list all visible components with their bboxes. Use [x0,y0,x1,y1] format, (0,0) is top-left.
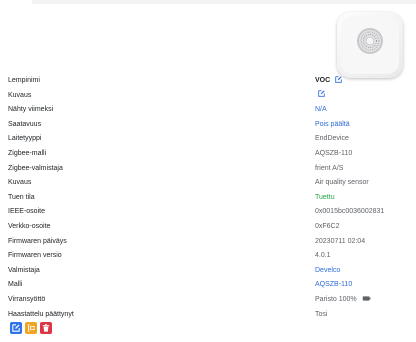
row-label: IEEE-osoite [8,208,45,216]
row-label: Tuen tila [8,193,35,201]
row-value [315,89,325,104]
info-row-nickname: Lempinimi VOC [0,74,416,89]
row-value: Tosi [315,310,328,318]
device-image [337,12,403,78]
info-row-support-status: Tuen tila Tuettu [0,191,416,206]
row-label: Saatavuus [8,120,42,128]
row-value: AQSZB-110 [315,149,353,157]
row-value: 0x0015bc0036002831 [315,208,385,216]
info-row-interview-completed: Haastattelu päättynyt Tosi [0,308,416,323]
info-row-firmware-version: Firmwaren versio 4.0.1 [0,249,416,264]
row-value: Air quality sensor [315,179,369,187]
row-value: N/A [315,106,327,114]
info-row-ieee-address: IEEE-osoite 0x0015bc0036002831 [0,205,416,220]
row-label: Valmistaja [8,266,40,274]
row-value: 20230711 02:04 [315,237,366,245]
top-scroll-bar [32,0,416,4]
row-value: 4.0.1 [315,252,331,260]
info-row-device-type: Laitetyyppi EndDevice [0,132,416,147]
row-label: Verkko-osoite [8,222,51,230]
nickname-value: VOC [315,77,331,84]
air-quality-sensor-image [357,28,383,54]
info-row-network-address: Verkko-osoite 0xF6C2 [0,220,416,235]
edit-icon[interactable] [318,90,325,97]
rename-device-button[interactable] [24,322,37,334]
row-value: VOC [315,74,342,89]
vendor-link[interactable]: Develco [315,264,340,279]
info-row-availability: Saatavuus Pois päältä [0,118,416,133]
row-value: 0xF6C2 [315,222,340,230]
info-row-firmware-date: Firmwaren päiväys 20230711 02:04 [0,235,416,250]
row-label: Firmwaren versio [8,252,62,260]
info-row-description: Kuvaus [0,89,416,104]
row-value: Paristo 100% [315,293,371,308]
row-label: Malli [8,281,23,289]
info-row-model: Malli AQSZB-110 [0,278,416,293]
row-label: Virransyöttö [8,295,46,303]
info-row-zigbee-manufacturer: Zigbee-valmistaja frient A/S [0,162,416,177]
delete-device-button[interactable] [39,322,52,334]
battery-icon [362,295,371,301]
row-label: Nähty viimeksi [8,106,54,114]
row-label: Kuvaus [8,91,32,99]
info-row-power-source: Virransyöttö Paristo 100% [0,293,416,308]
edit-device-button[interactable] [10,322,22,334]
device-action-buttons [10,322,53,334]
power-source-value: Paristo 100% [315,295,357,303]
edit-icon[interactable] [335,75,342,83]
info-row-last-seen: Nähty viimeksi N/A [0,103,416,118]
model-link[interactable]: AQSZB-110 [315,278,352,293]
row-label: Haastattelu päättynyt [8,310,74,318]
availability-link[interactable]: Pois päältä [315,118,350,133]
row-label: Lempinimi [8,77,40,84]
row-value: EndDevice [315,135,349,143]
info-row-zigbee-model: Zigbee-malli AQSZB-110 [0,147,416,162]
info-row-model-description: Kuvaus Air quality sensor [0,176,416,191]
row-label: Firmwaren päiväys [8,237,67,245]
device-info-table: Lempinimi VOC Kuvaus Nähty viimeksi N/A … [0,74,416,322]
row-label: Zigbee-valmistaja [8,164,63,172]
row-label: Zigbee-malli [8,149,47,157]
row-value: frient A/S [315,164,344,172]
rename-icon [27,324,35,332]
row-label: Laitetyyppi [8,135,42,143]
pencil-icon [12,324,20,332]
support-status-value: Tuettu [315,193,335,201]
row-label: Kuvaus [8,179,32,187]
info-row-vendor: Valmistaja Develco [0,264,416,279]
trash-icon [42,324,50,332]
